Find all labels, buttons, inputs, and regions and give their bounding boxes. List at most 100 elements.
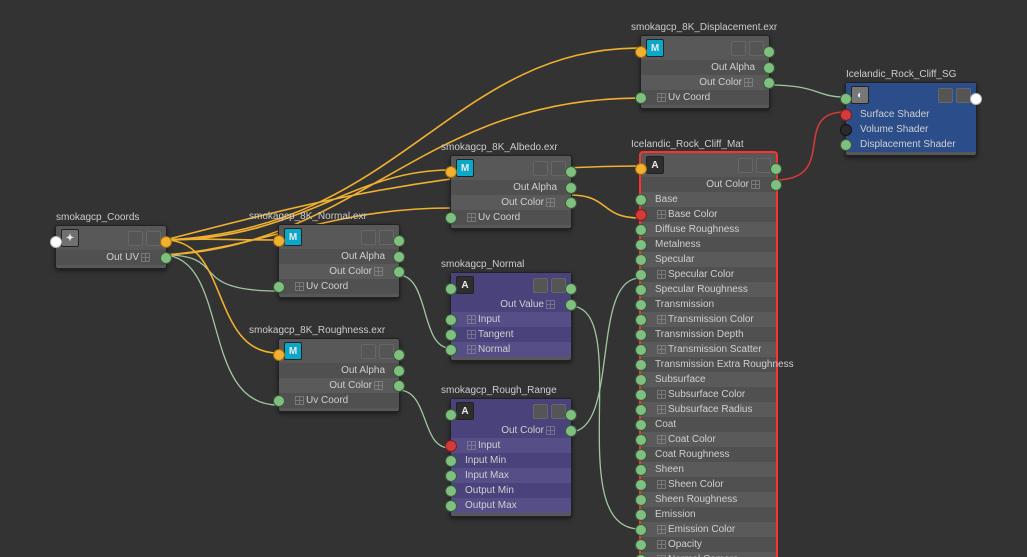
port-out[interactable] xyxy=(763,62,775,74)
port-in[interactable] xyxy=(635,359,647,371)
port-in[interactable] xyxy=(635,284,647,296)
port-header-out[interactable] xyxy=(393,349,405,361)
port-header-in[interactable] xyxy=(635,46,647,58)
node-normal-tex[interactable]: smokagcp_8K_Normal.exr M Out Alpha Out C… xyxy=(278,224,400,298)
port-in[interactable] xyxy=(635,329,647,341)
node-coords[interactable]: smokagcp_Coords ✦ Out UV xyxy=(55,225,167,269)
port-in[interactable] xyxy=(635,464,647,476)
ui-chip[interactable] xyxy=(361,344,376,359)
ui-chip[interactable] xyxy=(551,161,566,176)
port-out[interactable] xyxy=(393,365,405,377)
port-in[interactable] xyxy=(445,500,457,512)
ui-chip[interactable] xyxy=(533,404,548,419)
ui-chip[interactable] xyxy=(749,41,764,56)
port-in[interactable] xyxy=(635,449,647,461)
ui-chip[interactable] xyxy=(938,88,953,103)
port-header-in[interactable] xyxy=(445,283,457,295)
port-in[interactable] xyxy=(635,194,647,206)
port-out[interactable] xyxy=(393,380,405,392)
port-in[interactable] xyxy=(635,269,647,281)
node-normal[interactable]: smokagcp_Normal A Out Value Input Tangen… xyxy=(450,272,572,361)
node-rough-range[interactable]: smokagcp_Rough_Range A Out Color Input I… xyxy=(450,398,572,517)
port-in[interactable] xyxy=(635,344,647,356)
port-in[interactable] xyxy=(635,419,647,431)
port-in[interactable] xyxy=(445,455,457,467)
port-out[interactable] xyxy=(565,197,577,209)
ui-chip[interactable] xyxy=(956,88,971,103)
port-header-out[interactable] xyxy=(970,93,982,105)
port-in[interactable] xyxy=(273,395,285,407)
ui-chip[interactable] xyxy=(756,158,771,173)
port-header-in[interactable] xyxy=(273,349,285,361)
port-in[interactable] xyxy=(635,374,647,386)
port-in[interactable] xyxy=(635,434,647,446)
port-header-out[interactable] xyxy=(393,235,405,247)
port-in[interactable] xyxy=(635,92,647,104)
port-out[interactable] xyxy=(565,182,577,194)
port-in[interactable] xyxy=(445,470,457,482)
ui-chip[interactable] xyxy=(379,344,394,359)
port-header-out[interactable] xyxy=(565,409,577,421)
ui-chip[interactable] xyxy=(533,278,548,293)
port-in[interactable] xyxy=(635,239,647,251)
port-header-out[interactable] xyxy=(160,236,172,248)
port-header-out[interactable] xyxy=(763,46,775,58)
port-out[interactable] xyxy=(763,77,775,89)
port-in[interactable] xyxy=(840,109,852,121)
port-in[interactable] xyxy=(445,314,457,326)
node-material[interactable]: Icelandic_Rock_Cliff_Mat A Out ColorBase… xyxy=(640,152,777,557)
node-roughness-tex[interactable]: smokagcp_8K_Roughness.exr M Out Alpha Ou… xyxy=(278,338,400,412)
ui-chip[interactable] xyxy=(128,231,143,246)
node-graph[interactable]: smokagcp_Coords ✦ Out UV smokagcp_8K_Nor… xyxy=(0,0,1027,557)
port-in[interactable] xyxy=(635,299,647,311)
port-in[interactable] xyxy=(635,314,647,326)
port-in[interactable] xyxy=(445,212,457,224)
node-shading-group[interactable]: Icelandic_Rock_Cliff_SG ◐ Surface Shader… xyxy=(845,82,977,156)
port-in[interactable] xyxy=(445,344,457,356)
ui-chip[interactable] xyxy=(361,230,376,245)
port-out[interactable] xyxy=(770,179,782,191)
port-in[interactable] xyxy=(635,479,647,491)
port-in[interactable] xyxy=(635,494,647,506)
port-header-out[interactable] xyxy=(770,163,782,175)
port-header-out[interactable] xyxy=(565,166,577,178)
port-in[interactable] xyxy=(445,329,457,341)
node-albedo-tex[interactable]: smokagcp_8K_Albedo.exr M Out Alpha Out C… xyxy=(450,155,572,229)
port-header-out[interactable] xyxy=(565,283,577,295)
port-label: Diffuse Roughness xyxy=(655,222,739,237)
port-in[interactable] xyxy=(635,524,647,536)
port-header-in[interactable] xyxy=(445,166,457,178)
port-out[interactable] xyxy=(565,425,577,437)
port-in[interactable] xyxy=(273,281,285,293)
port-out-uv[interactable] xyxy=(160,252,172,264)
port-header-in[interactable] xyxy=(840,93,852,105)
ui-chip[interactable] xyxy=(551,404,566,419)
port-in[interactable] xyxy=(635,509,647,521)
port-in[interactable] xyxy=(635,209,647,221)
port-header-in[interactable] xyxy=(50,236,62,248)
port-header-in[interactable] xyxy=(273,235,285,247)
port-out[interactable] xyxy=(393,251,405,263)
port-in[interactable] xyxy=(840,124,852,136)
port-label: Metalness xyxy=(655,237,701,252)
port-header-in[interactable] xyxy=(445,409,457,421)
ui-chip[interactable] xyxy=(379,230,394,245)
ui-chip[interactable] xyxy=(146,231,161,246)
port-in[interactable] xyxy=(635,539,647,551)
port-label: Out Alpha xyxy=(341,249,385,264)
ui-chip[interactable] xyxy=(731,41,746,56)
port-in[interactable] xyxy=(635,404,647,416)
port-in[interactable] xyxy=(445,440,457,452)
port-header-in[interactable] xyxy=(635,163,647,175)
port-in[interactable] xyxy=(635,389,647,401)
port-out[interactable] xyxy=(393,266,405,278)
ui-chip[interactable] xyxy=(551,278,566,293)
ui-chip[interactable] xyxy=(533,161,548,176)
port-in[interactable] xyxy=(635,224,647,236)
node-disp-tex[interactable]: smokagcp_8K_Displacement.exr M Out Alpha… xyxy=(640,35,770,109)
port-out[interactable] xyxy=(565,299,577,311)
port-in[interactable] xyxy=(635,254,647,266)
port-in[interactable] xyxy=(445,485,457,497)
ui-chip[interactable] xyxy=(738,158,753,173)
port-in[interactable] xyxy=(840,139,852,151)
